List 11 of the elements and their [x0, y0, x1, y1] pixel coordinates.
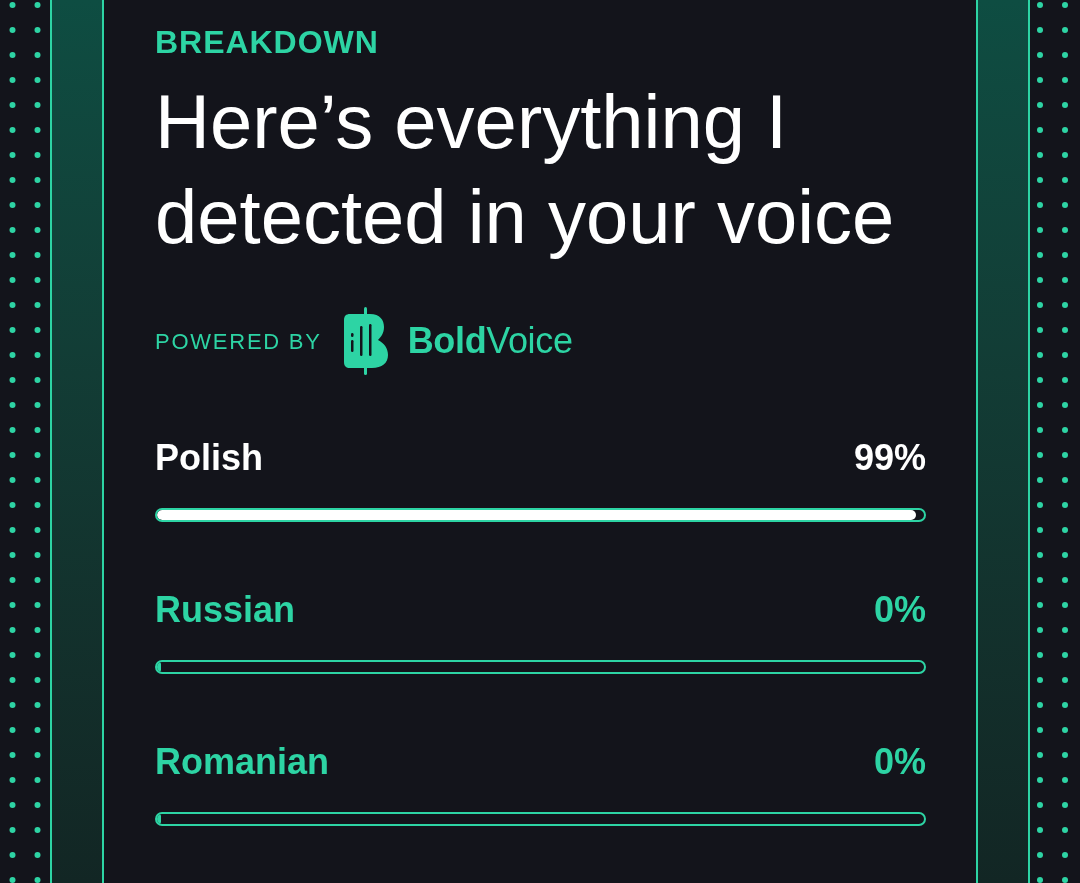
percent-value: 0% — [873, 588, 926, 632]
logo-icon — [341, 306, 390, 376]
powered-by-label: POWERED BY — [155, 327, 322, 356]
language-label: Romanian — [155, 740, 330, 784]
heading: Here’s everything I detected in your voice — [155, 78, 896, 261]
eyebrow-label: BREAKDOWN — [155, 23, 379, 62]
brand-name: BoldVoice — [407, 319, 573, 363]
language-label: Polish — [155, 436, 264, 480]
percent-value: 0% — [873, 740, 926, 784]
language-label: Russian — [155, 588, 296, 632]
percent-value: 99% — [853, 436, 926, 480]
